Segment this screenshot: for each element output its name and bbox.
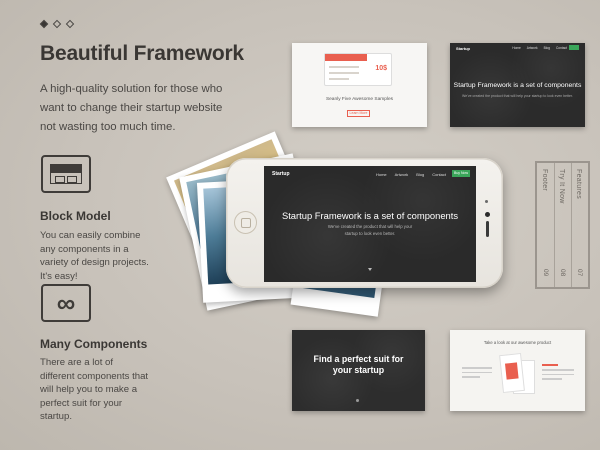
thumbnail-subtext: We've created the product that will help…: [462, 94, 573, 98]
phone-subtext: We've created the product that will help…: [327, 224, 413, 236]
product-title: Take a look at our awesome product: [483, 340, 552, 345]
phone-screen[interactable]: Startup Home Artwork Blog Contact Buy No…: [264, 166, 476, 282]
footer-number: 09: [542, 269, 549, 277]
feature-text-many-components: There are a lot of different components …: [40, 357, 149, 422]
suit-headline-line-1: Find a perfect suit for: [313, 354, 404, 364]
infinity-icon: ∞: [41, 284, 91, 322]
camera-icon: [485, 212, 490, 217]
phone-mockup: Startup Home Artwork Blog Contact Buy No…: [226, 158, 503, 288]
thumbnail-logo: Startup: [456, 46, 470, 51]
phone-menu-contact[interactable]: Contact: [432, 172, 446, 177]
buy-now-button[interactable]: Buy Now: [452, 170, 470, 177]
suit-headline: Find a perfect suit for your startup: [292, 354, 425, 375]
feature-text-block-model: You can easily combine any components in…: [40, 230, 149, 282]
phone-menu-artwork[interactable]: Artwork: [395, 172, 409, 177]
lead-text: A high-quality solution for those who wa…: [40, 83, 223, 133]
thumbnail-headline: Startup Framework is a set of components: [453, 82, 582, 89]
thumbnail-suit[interactable]: Find a perfect suit for your startup: [292, 330, 425, 411]
thumb-menu-artwork: Artwork: [526, 46, 538, 50]
try-it-now-number: 08: [559, 269, 566, 277]
features-label: Features: [575, 169, 582, 200]
footer-label: Footer: [541, 169, 548, 192]
speaker-icon: [486, 221, 489, 237]
thumb-buy-button: [569, 45, 579, 50]
phone-menu-home[interactable]: Home: [376, 172, 387, 177]
phone-menu-blog[interactable]: Blog: [416, 172, 424, 177]
thumbnail-samples[interactable]: 10$ Seanly Five Awesome Samples Learn Mo…: [292, 43, 427, 127]
ticket-graphic: 10$: [324, 53, 392, 86]
feature-title-block-model: Block Model: [40, 209, 111, 223]
thumbnail-nav: Startup Home Artwork Blog Contact: [456, 45, 579, 52]
phone-logo[interactable]: Startup: [272, 171, 290, 177]
thumb-menu-blog: Blog: [543, 46, 550, 50]
thumbnail-product[interactable]: Take a look at our awesome product: [450, 330, 585, 411]
try-it-now-label: Try It Now: [558, 169, 565, 204]
slider-dots[interactable]: [39, 19, 75, 29]
thumb-menu-contact: Contact: [556, 46, 567, 50]
slider-dot-2[interactable]: [52, 19, 62, 29]
slider-dot-1[interactable]: [39, 19, 49, 29]
suit-headline-line-2: your startup: [332, 364, 385, 375]
home-button-icon: [234, 211, 257, 234]
thumb-menu-home: Home: [512, 46, 521, 50]
feature-title-many-components: Many Components: [40, 337, 148, 351]
device-front-icon: [499, 352, 525, 394]
ticket-price: 10$: [375, 65, 387, 72]
learn-more-button[interactable]: Learn More: [347, 110, 370, 117]
sensor-icon: [485, 200, 488, 203]
slider-dot-3[interactable]: [65, 19, 75, 29]
thumbnail-header[interactable]: Startup Home Artwork Blog Contact Startu…: [450, 43, 585, 127]
thumbnail-caption: Seanly Five Awesome Samples: [325, 97, 394, 102]
phone-nav: Startup Home Artwork Blog Contact Buy No…: [272, 170, 470, 179]
features-number: 07: [576, 269, 583, 277]
page-title: Beautiful Framework: [40, 42, 244, 65]
scroll-down-icon[interactable]: [368, 268, 372, 271]
phone-headline: Startup Framework is a set of components: [281, 210, 459, 221]
block-model-icon: [41, 155, 91, 193]
footer-card[interactable]: Footer Try It Now Features 09 08 07: [535, 161, 590, 289]
scroll-dot-icon: [356, 399, 359, 402]
